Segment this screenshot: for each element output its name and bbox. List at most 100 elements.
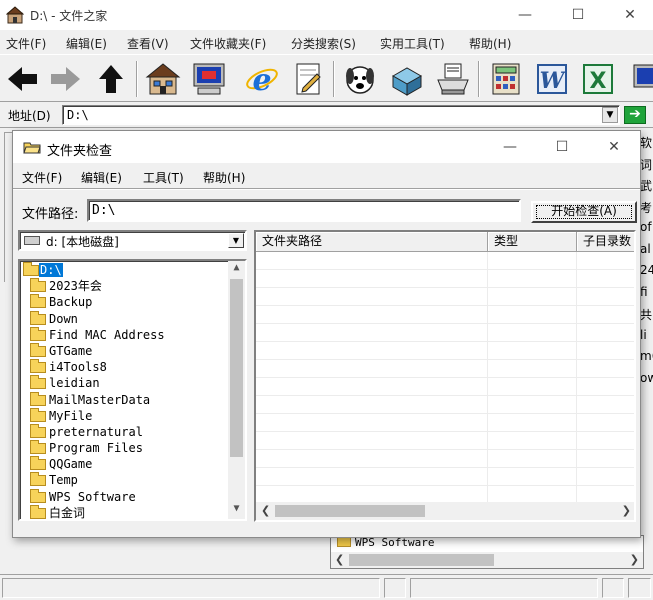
minimize-button[interactable]: — [502,0,548,30]
address-bar: 地址(D) D:\ ▼ ➔ [0,102,653,128]
internet-explorer-icon[interactable]: e [243,60,281,98]
background-text: li [640,327,647,342]
tree-item[interactable]: WPS Software [21,488,229,505]
status-cell [2,578,380,598]
folder-icon [30,342,46,357]
computer-icon[interactable] [190,60,228,98]
background-text: 武 [640,179,653,193]
start-check-button[interactable]: 开始检查(A) [531,201,637,223]
folder-icon [30,423,46,438]
folder-icon [30,359,46,374]
go-arrow-icon[interactable]: ➔ [624,106,646,124]
back-arrow-icon[interactable] [4,60,42,98]
excel-icon[interactable]: X [579,60,617,98]
address-input[interactable]: D:\ [62,105,620,125]
column-header-folder-path[interactable]: 文件夹路径 [256,232,488,252]
dog-icon[interactable] [341,60,379,98]
monitor-icon[interactable] [630,60,653,98]
menu-category-search[interactable]: 分类搜索(S) [291,35,356,52]
menu-tools[interactable]: 实用工具(T) [380,35,445,52]
menu-view[interactable]: 查看(V) [127,35,169,52]
word-icon[interactable]: W [533,60,571,98]
tree-item[interactable]: leidian [21,375,229,391]
folder-tree[interactable]: D:\ 2023年会 Backup Down Find MAC Address … [18,259,247,521]
status-cell [602,578,624,598]
tree-item[interactable]: MyFile [21,407,229,424]
app-house-icon [6,6,24,24]
tree-item[interactable]: QQGame [21,456,229,472]
menu-file[interactable]: 文件(F) [6,35,46,52]
menu-edit[interactable]: 编辑(E) [66,35,107,52]
horizontal-scrollbar[interactable]: ❮ ❯ [331,552,643,568]
tree-item[interactable]: GTGame [21,342,229,359]
up-arrow-icon[interactable] [92,60,130,98]
status-cell [410,578,598,598]
folder-icon [30,375,46,390]
tree-item-label: 白金词 [49,505,86,520]
tree-item-label: preternatural [49,424,143,439]
main-title-bar: D:\ - 文件之家 — ☐ ✕ [0,0,653,30]
horizontal-scrollbar[interactable]: ❮ ❯ [256,502,634,520]
folder-icon [30,440,46,455]
tree-item-root[interactable]: D:\ [21,262,229,278]
dialog-close-button[interactable]: ✕ [591,132,637,162]
menu-help[interactable]: 帮助(H) [469,35,511,52]
menu-favorites[interactable]: 文件收藏夹(F) [190,35,266,52]
scroll-thumb[interactable] [275,505,425,517]
folder-icon [30,472,46,487]
drive-select[interactable]: d: [本地磁盘] ▼ [18,230,247,251]
tree-item[interactable]: Down [21,310,229,327]
vertical-scrollbar[interactable]: ▲ ▼ [228,261,245,519]
tree-item[interactable]: Backup [21,294,229,310]
dialog-menu-edit[interactable]: 编辑(E) [81,169,122,186]
chevron-up-icon[interactable]: ▲ [228,262,245,278]
dialog-minimize-button[interactable]: — [487,132,533,162]
tree-item[interactable]: Temp [21,472,229,488]
tree-item[interactable]: i4Tools8 [21,359,229,375]
background-folder-tree[interactable]: WPS Software ❮ ❯ [330,535,644,569]
package-icon[interactable] [388,60,426,98]
chevron-down-icon[interactable]: ▼ [228,503,245,519]
svg-text:W: W [540,68,567,94]
column-gridline [576,252,577,502]
tree-item[interactable]: 白金词 [21,504,229,520]
dialog-menu-tools[interactable]: 工具(T) [143,169,184,186]
chevron-down-icon[interactable]: ▼ [602,107,618,123]
scroll-thumb[interactable] [349,554,494,566]
column-header-type[interactable]: 类型 [488,232,577,252]
tree-item[interactable]: Program Files [21,440,229,456]
column-header-subdir-count[interactable]: 子目录数 [577,232,634,252]
chevron-down-icon[interactable]: ▼ [228,233,244,248]
tree-item[interactable]: 2023年会 [21,278,229,294]
scroll-thumb[interactable] [230,279,243,457]
tree-item[interactable]: preternatural [21,423,229,440]
background-text: 软 [640,136,653,150]
calculator-icon[interactable] [487,60,525,98]
column-gridline [487,252,488,502]
path-input[interactable]: D:\ [87,199,521,222]
home-icon[interactable] [144,60,182,98]
background-text: 考 [640,200,653,215]
tree-item[interactable]: Find MAC Address [21,326,229,343]
chevron-left-icon[interactable]: ❮ [261,504,270,517]
maximize-button[interactable]: ☐ [555,0,601,30]
dialog-maximize-button[interactable]: ☐ [539,132,585,162]
notepad-icon[interactable] [289,60,327,98]
chevron-right-icon[interactable]: ❯ [630,553,639,566]
results-list[interactable]: 文件夹路径 类型 子目录数 ❮ ❯ [254,230,636,522]
chevron-left-icon[interactable]: ❮ [335,553,344,566]
focus-rect [536,205,632,219]
tree-item[interactable]: MailMasterData [21,391,229,408]
background-text: fi [640,284,648,299]
folder-icon [30,488,46,503]
tree-item-label: GTGame [49,343,93,358]
tree-list: D:\ 2023年会 Backup Down Find MAC Address … [21,262,229,520]
dialog-menu-help[interactable]: 帮助(H) [203,169,245,186]
results-body[interactable] [256,252,634,502]
chevron-right-icon[interactable]: ❯ [622,504,631,517]
printer-icon[interactable] [434,60,472,98]
folder-icon [30,504,46,519]
forward-arrow-icon[interactable] [46,60,84,98]
dialog-menu-file[interactable]: 文件(F) [22,169,62,186]
close-button[interactable]: ✕ [607,0,653,30]
